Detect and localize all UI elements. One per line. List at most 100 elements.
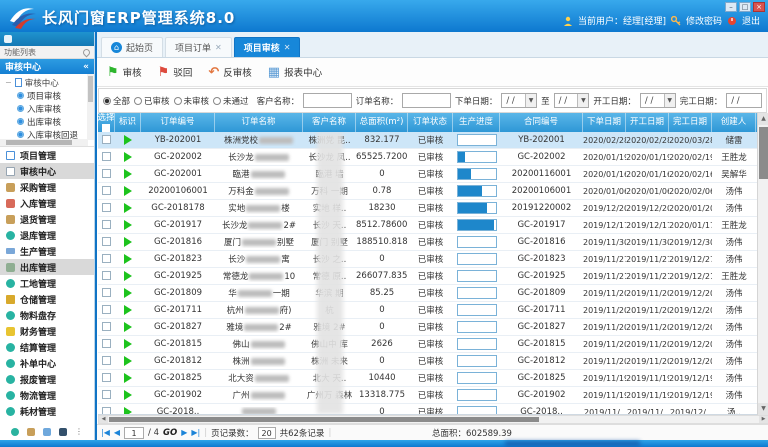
scroll-right-icon[interactable]: ▶	[759, 416, 768, 423]
chevron-down-icon[interactable]: ▼	[664, 94, 675, 107]
finish-date-input[interactable]: / /	[726, 93, 762, 108]
sidebar-menu-item[interactable]: 采购管理	[0, 179, 94, 195]
horizontal-scrollbar[interactable]: ◀ ▶	[98, 415, 768, 424]
table-row[interactable]: GC-201825 北大资 北大 天.. 10440 已审核 GC-201825…	[98, 370, 768, 387]
tree-vertical-scrollbar[interactable]	[87, 74, 94, 140]
maximize-button[interactable]: □	[739, 2, 751, 12]
user-icon[interactable]	[59, 428, 67, 436]
row-checkbox[interactable]	[102, 135, 111, 144]
table-row[interactable]: 20200106001 万科金 万科 一期 0.78 已审核 202001060…	[98, 183, 768, 200]
row-checkbox[interactable]	[102, 373, 111, 382]
cart-icon[interactable]	[27, 428, 35, 436]
sidebar-menu-item[interactable]: 入库管理	[0, 195, 94, 211]
collapse-icon[interactable]: «	[83, 62, 89, 72]
scroll-left-icon[interactable]: ◀	[99, 416, 108, 423]
tab-3[interactable]: ⌂ 项目审核 ✕	[234, 37, 301, 57]
tree-item[interactable]: 项目审核	[5, 89, 86, 102]
sidebar-menu-item[interactable]: 审核中心	[0, 163, 94, 179]
sidebar-menu-item[interactable]: 物料盘存	[0, 307, 94, 323]
row-checkbox[interactable]	[102, 356, 111, 365]
sidebar-menu-item[interactable]: 出库管理	[0, 259, 94, 275]
tab-close-icon[interactable]: ✕	[284, 43, 291, 52]
row-checkbox[interactable]	[102, 169, 111, 178]
row-checkbox[interactable]	[102, 407, 111, 415]
tab-1[interactable]: ⌂ 起始页 ✕	[101, 37, 163, 57]
tree-root-audit-center[interactable]: − 审核中心	[5, 76, 86, 89]
page-number-input[interactable]: 1	[124, 427, 144, 439]
filter-radio[interactable]: 未通过	[213, 95, 249, 107]
table-row[interactable]: GC-201827 雅境2# 雅境 2# 0 已审核 GC-201827 201…	[98, 319, 768, 336]
logout-link[interactable]: 退出	[742, 14, 760, 27]
pin-icon[interactable]	[82, 47, 92, 57]
order-date-input[interactable]: / /▼	[501, 93, 537, 108]
order-date-end-input[interactable]: / /▼	[554, 93, 590, 108]
more-icon[interactable]: ⋮	[75, 428, 83, 436]
row-checkbox[interactable]	[102, 271, 111, 280]
order-name-input[interactable]	[402, 93, 451, 108]
table-row[interactable]: GC-202001 臨港 臨港 墙 0 已审核 20200116001 2020…	[98, 166, 768, 183]
table-row[interactable]: YB-202001 株洲党校 株洲党 昆.. 832.177 已审核 YB-20…	[98, 132, 768, 149]
table-row[interactable]: GC-2018.. 0 已审核 GC-2018.. 2019/11/.. 201…	[98, 404, 768, 415]
row-checkbox[interactable]	[102, 186, 111, 195]
status-dot-icon[interactable]	[11, 428, 19, 436]
chevron-down-icon[interactable]: ▼	[577, 94, 588, 107]
sidebar-menu-item[interactable]: 工地管理	[0, 275, 94, 291]
page-size-input[interactable]: 20	[258, 427, 276, 439]
sidebar-menu-item[interactable]: 物流管理	[0, 387, 94, 403]
table-row[interactable]: GC-201809 华一期 华滨 期 85.25 已审核 GC-201809 2…	[98, 285, 768, 302]
start-date-input[interactable]: / /▼	[640, 93, 676, 108]
prev-page-button[interactable]: ◀	[114, 428, 120, 437]
audit-center-panel-header[interactable]: 审核中心 «	[0, 59, 94, 74]
filter-radio[interactable]: 已审核	[134, 95, 170, 107]
报表中心-button[interactable]: 报表中心	[268, 65, 322, 79]
go-button[interactable]: GO	[163, 428, 177, 438]
row-checkbox[interactable]	[102, 237, 111, 246]
next-page-button[interactable]: ▶	[181, 428, 187, 437]
filter-radio[interactable]: 全部	[103, 95, 130, 107]
close-button[interactable]: ×	[753, 2, 765, 12]
row-checkbox[interactable]	[102, 322, 111, 331]
sidebar-menu-item[interactable]: 仓储管理	[0, 291, 94, 307]
customer-name-input[interactable]	[303, 93, 352, 108]
sidebar-menu-item[interactable]: 退库管理	[0, 227, 94, 243]
审核-button[interactable]: 审核	[107, 65, 142, 79]
tree-item[interactable]: 入库审核	[5, 102, 86, 115]
row-checkbox[interactable]	[102, 152, 111, 161]
table-row[interactable]: GC-201823 长沙寓 长沙 之.. 0 已审核 GC-201823 201…	[98, 251, 768, 268]
first-page-button[interactable]: |◀	[101, 428, 110, 437]
row-checkbox[interactable]	[102, 339, 111, 348]
反审核-button[interactable]: 反审核	[208, 65, 251, 79]
scroll-up-icon[interactable]: ▲	[758, 113, 768, 125]
sidebar-menu-item[interactable]: 报废管理	[0, 371, 94, 387]
expander-icon[interactable]: −	[5, 78, 12, 87]
sidebar-menu-item[interactable]: 生产管理	[0, 243, 94, 259]
驳回-button[interactable]: 驳回	[158, 65, 193, 79]
row-checkbox[interactable]	[102, 254, 111, 263]
row-checkbox[interactable]	[102, 220, 111, 229]
vertical-scrollbar[interactable]: ▲ ▼	[757, 113, 768, 415]
tab-2[interactable]: ⌂ 项目订单 ✕	[165, 37, 232, 57]
row-checkbox[interactable]	[102, 390, 111, 399]
table-row[interactable]: GC-201711 杭州府) 杭 0 已审核 GC-201711 2019/11…	[98, 302, 768, 319]
last-page-button[interactable]: ▶|	[191, 428, 200, 437]
row-checkbox[interactable]	[102, 288, 111, 297]
sidebar-menu-item[interactable]: 耗材管理	[0, 403, 94, 419]
table-row[interactable]: GC-201812 株洲 株洲 未来 0 已审核 GC-201812 2019/…	[98, 353, 768, 370]
row-checkbox[interactable]	[102, 203, 111, 212]
sidebar-menu-item[interactable]: 财务管理	[0, 323, 94, 339]
table-row[interactable]: GC-201925 常德龙10 常德 原.. 266077.835.. 已审核 …	[98, 268, 768, 285]
row-checkbox[interactable]	[102, 305, 111, 314]
sidebar-menu-item[interactable]: 退货管理	[0, 211, 94, 227]
sidebar-menu-item[interactable]: 结算管理	[0, 339, 94, 355]
table-row[interactable]: GC-202002 长沙龙 长沙龙 凤.. 65525.7200.. 已审核 G…	[98, 149, 768, 166]
vertical-scroll-thumb[interactable]	[759, 127, 768, 179]
table-row[interactable]: GC-201815 佛山 佛山中 库 2626 已审核 GC-201815 20…	[98, 336, 768, 353]
scroll-down-icon[interactable]: ▼	[758, 403, 768, 415]
sidebar-menu-item[interactable]: 项目管理	[0, 147, 94, 163]
table-row[interactable]: GC-201917 长沙龙2# 长沙 天.. 8512.78600.. 已审核 …	[98, 217, 768, 234]
filter-radio[interactable]: 未审核	[174, 95, 210, 107]
tree-horizontal-scrollbar[interactable]	[0, 139, 88, 146]
table-row[interactable]: GC-201902 广州 广州万 森林 13318.775 已审核 GC-201…	[98, 387, 768, 404]
table-row[interactable]: GC-201816 厦门别墅 厦门 别墅 188510.818 已审核 GC-2…	[98, 234, 768, 251]
minimize-button[interactable]: –	[725, 2, 737, 12]
